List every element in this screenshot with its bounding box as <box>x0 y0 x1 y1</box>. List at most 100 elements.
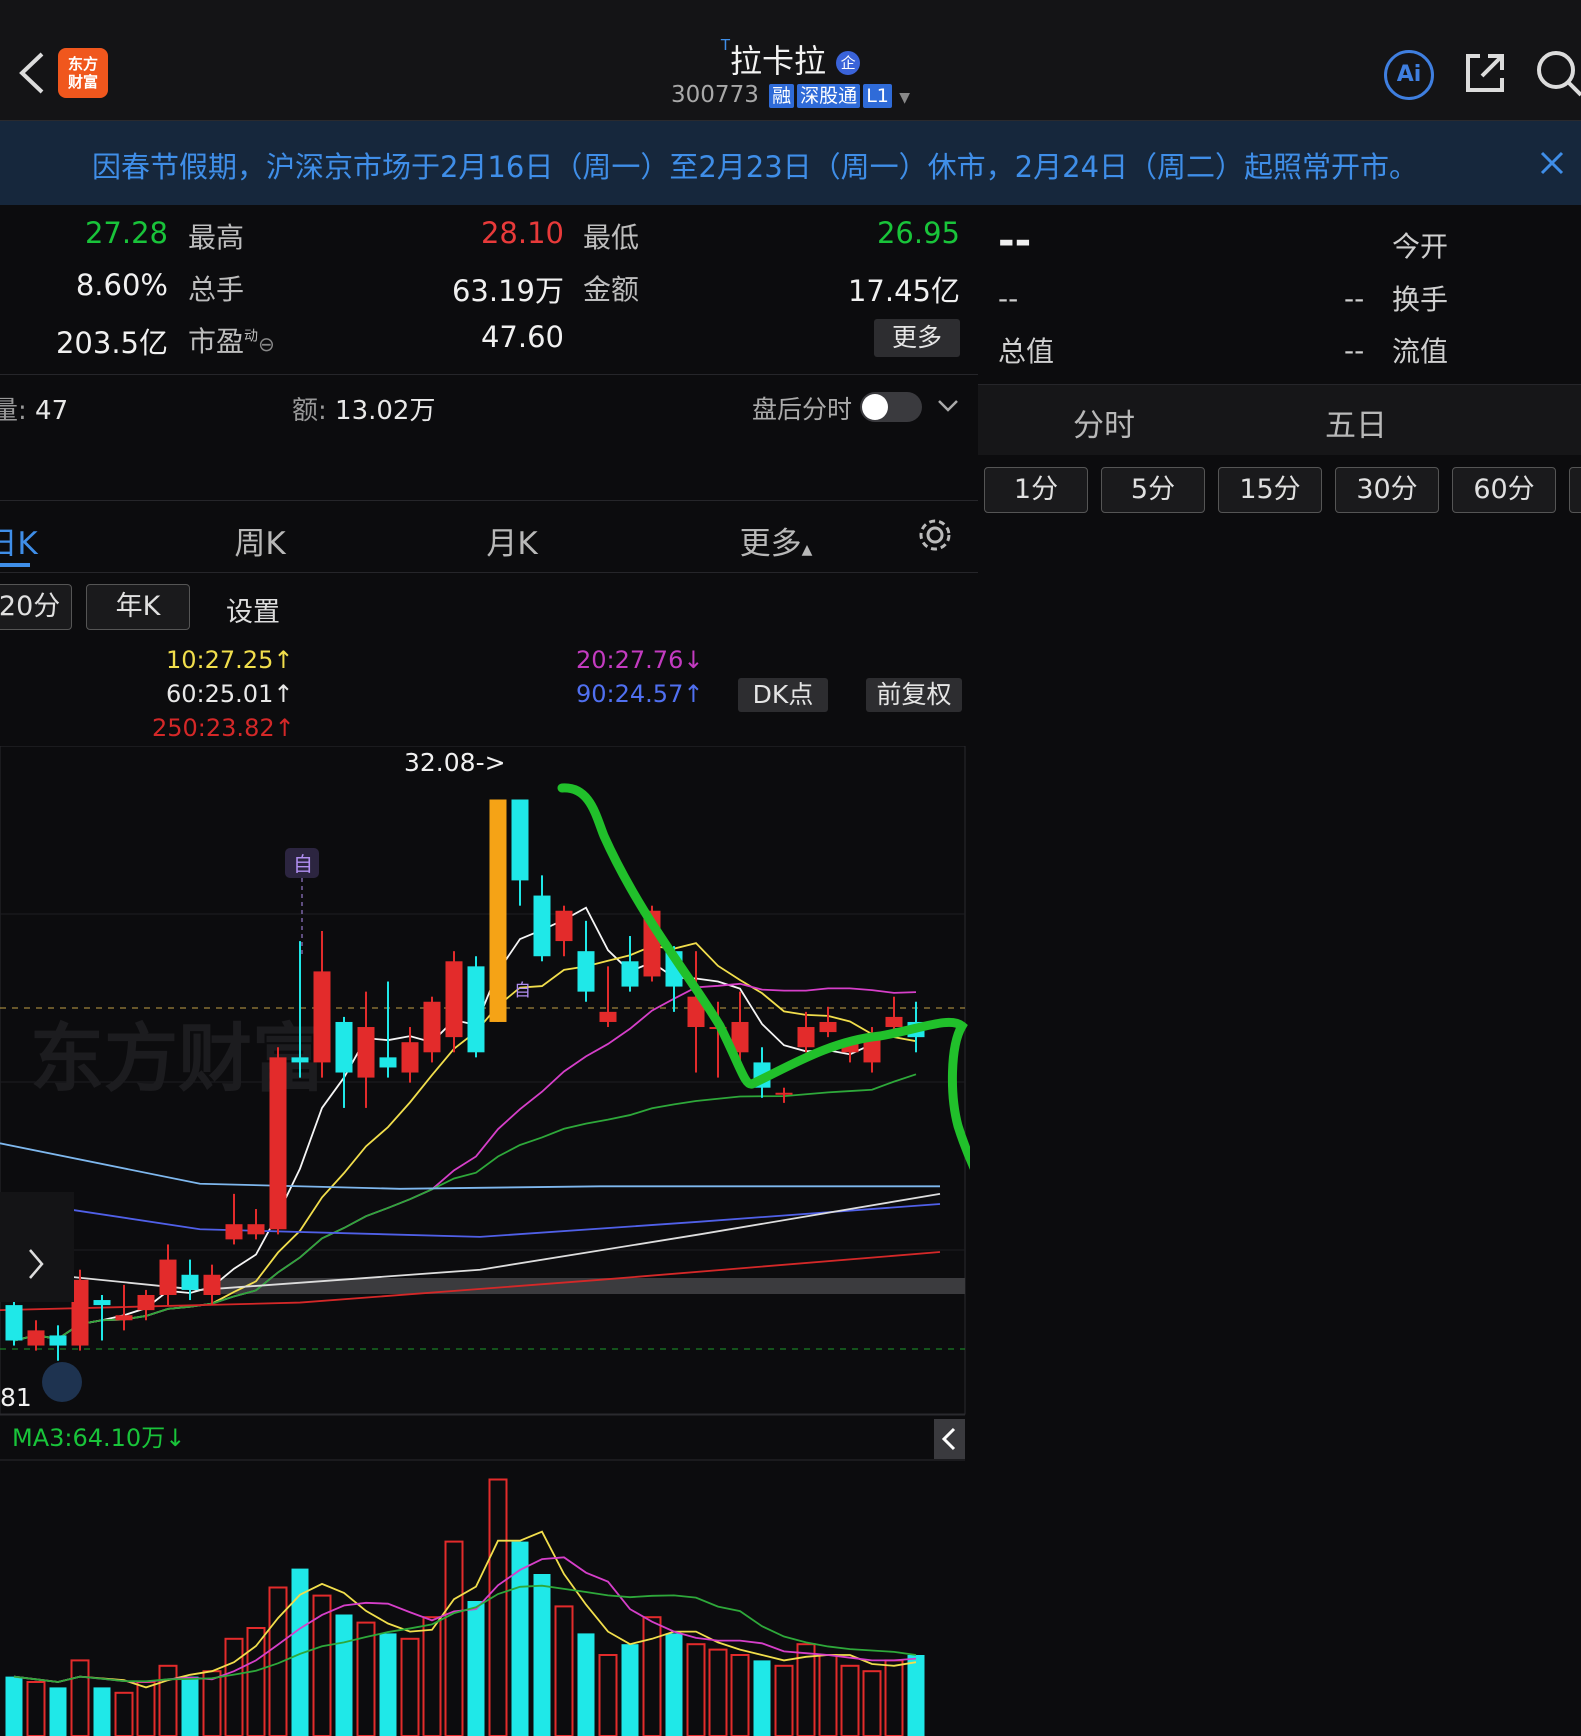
tab-more-label: 更多 <box>739 526 802 562</box>
total-value-label: 总值 <box>998 335 1055 368</box>
change-percent: 8.60% <box>75 268 168 302</box>
stock-subtitle[interactable]: 300773 融深股通 L1 ▼ <box>0 82 1581 108</box>
candle-body <box>27 1330 45 1346</box>
volume-bar <box>774 1664 794 1736</box>
period-more-cut[interactable] <box>1569 467 1581 513</box>
vol-value: 47 <box>35 396 69 426</box>
after-hours-label: 盘后分时 <box>752 395 853 424</box>
volume-bar <box>708 1648 728 1736</box>
candle-body <box>313 971 331 1063</box>
chevron-down-icon[interactable] <box>936 398 960 414</box>
candle-body <box>885 1016 903 1028</box>
ma60-label: 60:25.01↑ <box>166 680 294 708</box>
tab-five-day[interactable]: 五日 <box>1306 400 1406 445</box>
candle-body <box>291 1057 309 1063</box>
gear-icon[interactable] <box>916 516 954 554</box>
volume-bar <box>665 1633 683 1736</box>
volume-bar <box>533 1574 551 1736</box>
candle-body <box>181 1274 199 1290</box>
more-quote-button[interactable]: 更多 <box>874 319 960 357</box>
volume-bar <box>554 1605 574 1736</box>
right-r2-mid: -- <box>1344 282 1365 315</box>
volume-bar <box>862 1670 882 1736</box>
candle-body <box>401 1042 419 1073</box>
period-1min[interactable]: 1分 <box>984 467 1088 513</box>
toggle-knob <box>862 394 888 420</box>
volume-bar <box>181 1676 199 1736</box>
close-icon[interactable] <box>1540 151 1564 175</box>
right-r2-left: -- <box>998 282 1019 315</box>
dropdown-caret-icon[interactable]: ▼ <box>899 90 910 106</box>
ma20-label: 20:27.76↓ <box>576 646 704 674</box>
vol-ma3-label: MA3:64.10万↓ <box>12 1424 185 1452</box>
candle-body <box>269 1057 287 1230</box>
candle-body <box>49 1335 67 1346</box>
volume-ma-lines <box>13 1530 917 1689</box>
candle-body <box>775 1092 793 1095</box>
ma250-value: 250:23.82 <box>152 714 275 742</box>
ai-button[interactable]: Ai <box>1384 50 1434 100</box>
divider-2 <box>0 500 978 501</box>
dk-point-button[interactable]: DK点 <box>738 678 828 712</box>
pe-label-text: 市盈 <box>188 325 245 358</box>
period-5min[interactable]: 5分 <box>1101 467 1205 513</box>
volume-bar <box>224 1637 244 1736</box>
tab-intraday[interactable]: 分时 <box>1054 400 1154 445</box>
candle-body <box>71 1279 89 1346</box>
candle-body <box>533 895 551 957</box>
candle-body <box>93 1300 111 1306</box>
candle-body <box>423 1001 441 1053</box>
volume-bar <box>621 1644 639 1736</box>
volume-bar <box>70 1659 90 1736</box>
candle-body <box>137 1294 155 1311</box>
search-icon[interactable] <box>1534 48 1581 98</box>
tab-day-k[interactable]: 日K <box>0 518 52 563</box>
share-icon[interactable] <box>1462 50 1508 96</box>
t-mark: T <box>720 36 730 54</box>
volume-bar <box>400 1637 420 1736</box>
candle-body <box>599 1011 617 1022</box>
candle-body <box>489 799 507 1022</box>
low-marker: 81 <box>0 1383 32 1412</box>
after-hours-toggle[interactable] <box>860 392 922 422</box>
candle-body <box>555 910 573 942</box>
volume-value: 63.19万 <box>451 274 564 308</box>
tab-120min[interactable]: 120分 <box>0 584 72 630</box>
volume-bar <box>444 1540 464 1736</box>
pe-label: 市盈动⊖ <box>188 320 275 360</box>
info-icon[interactable]: ⊖ <box>258 332 275 356</box>
self-tag-small: 自 <box>514 981 531 1001</box>
low-label: 最低 <box>583 221 640 254</box>
ma90-label: 90:24.57↑ <box>576 680 704 708</box>
active-tab-indicator <box>0 563 30 567</box>
stock-code: 300773 <box>671 82 759 108</box>
volume-bar <box>268 1586 288 1736</box>
period-30min[interactable]: 30分 <box>1335 467 1439 513</box>
pe-dynamic-sup: 动 <box>244 328 259 345</box>
candle-body <box>511 799 529 881</box>
candle-body <box>247 1224 265 1235</box>
divider <box>0 374 978 375</box>
period-15min[interactable]: 15分 <box>1218 467 1322 513</box>
tab-month-k[interactable]: 月K <box>462 518 562 563</box>
adjust-button[interactable]: 前复权 <box>866 678 962 712</box>
quote-price: 27.28 <box>84 216 168 250</box>
stock-name: 拉卡拉 <box>729 42 826 80</box>
self-tag: 自 <box>293 852 313 876</box>
high-marker: 32.08-> <box>404 748 506 777</box>
volume-bar <box>753 1660 771 1736</box>
volume-bar <box>356 1621 376 1736</box>
volume-bar <box>158 1664 178 1736</box>
banner-text: 因春节假期，沪深京市场于2月16日（周一）至2月23日（周一）休市，2月24日（… <box>91 150 1419 184</box>
kline-chart[interactable]: 东方财富 32.08-> 81 自 自 MA3:64.10万↓ <box>0 746 970 1736</box>
return-circle-icon <box>42 1362 82 1402</box>
amt-value: 13.02万 <box>335 396 436 426</box>
tab-year-k[interactable]: 年K <box>86 584 190 630</box>
tab-more[interactable]: 更多▲ <box>726 518 826 563</box>
settings-link[interactable]: 设置 <box>226 590 280 629</box>
tab-week-k[interactable]: 周K <box>210 518 310 563</box>
volume-bar <box>202 1670 222 1736</box>
pe-value: 47.60 <box>480 320 564 354</box>
period-60min[interactable]: 60分 <box>1452 467 1556 513</box>
vol-label: 量: <box>0 396 27 426</box>
